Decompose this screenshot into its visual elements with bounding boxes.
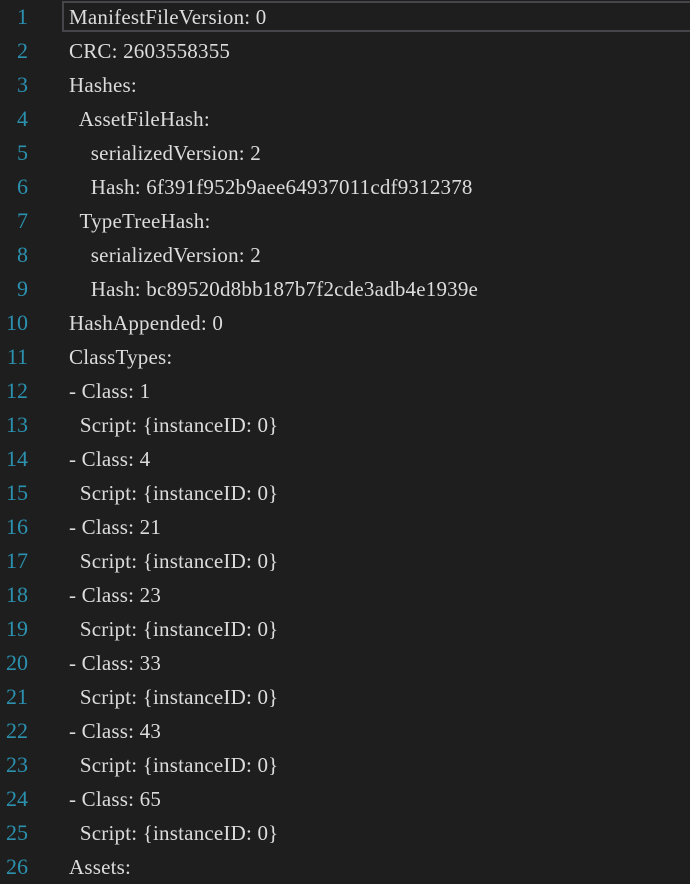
code-line[interactable]: 16 - Class: 21 bbox=[0, 510, 690, 544]
code-line[interactable]: 10 HashAppended: 0 bbox=[0, 306, 690, 340]
code-line[interactable]: 3 Hashes: bbox=[0, 68, 690, 102]
code-text[interactable]: Script: {instanceID: 0} bbox=[69, 816, 278, 850]
line-number: 10 bbox=[6, 310, 28, 335]
code-text[interactable]: Assets: bbox=[69, 850, 131, 884]
line-number: 19 bbox=[6, 616, 28, 641]
code-text[interactable]: Script: {instanceID: 0} bbox=[69, 680, 278, 714]
code-text[interactable]: Hash: bc89520d8bb187b7f2cde3adb4e1939e bbox=[69, 272, 478, 306]
code-line[interactable]: 8 serializedVersion: 2 bbox=[0, 238, 690, 272]
code-text[interactable]: - Class: 65 bbox=[69, 782, 161, 816]
code-text[interactable]: Hashes: bbox=[69, 68, 137, 102]
code-line[interactable]: 18 - Class: 23 bbox=[0, 578, 690, 612]
line-number: 9 bbox=[17, 276, 28, 301]
code-line[interactable]: 14 - Class: 4 bbox=[0, 442, 690, 476]
code-line[interactable]: 12 - Class: 1 bbox=[0, 374, 690, 408]
code-text[interactable]: Script: {instanceID: 0} bbox=[69, 612, 278, 646]
code-line[interactable]: 23 Script: {instanceID: 0} bbox=[0, 748, 690, 782]
line-number: 14 bbox=[6, 446, 28, 471]
code-line[interactable]: 4 AssetFileHash: bbox=[0, 102, 690, 136]
code-lines: 1 ManifestFileVersion: 0 2 CRC: 26035583… bbox=[0, 0, 690, 884]
code-text[interactable]: TypeTreeHash: bbox=[69, 204, 211, 238]
code-line[interactable]: 7 TypeTreeHash: bbox=[0, 204, 690, 238]
code-text[interactable]: Script: {instanceID: 0} bbox=[69, 544, 278, 578]
code-text[interactable]: serializedVersion: 2 bbox=[69, 136, 261, 170]
line-number: 1 bbox=[17, 4, 28, 29]
code-line-current[interactable]: 1 ManifestFileVersion: 0 bbox=[0, 0, 690, 34]
line-number: 26 bbox=[6, 854, 28, 879]
code-line[interactable]: 20 - Class: 33 bbox=[0, 646, 690, 680]
line-number: 13 bbox=[6, 412, 28, 437]
line-number: 15 bbox=[6, 480, 28, 505]
code-text[interactable]: - Class: 43 bbox=[69, 714, 161, 748]
code-text[interactable]: - Class: 1 bbox=[69, 374, 150, 408]
line-number: 8 bbox=[17, 242, 28, 267]
code-line[interactable]: 26 Assets: bbox=[0, 850, 690, 884]
code-line[interactable]: 5 serializedVersion: 2 bbox=[0, 136, 690, 170]
line-number: 16 bbox=[6, 514, 28, 539]
code-text[interactable]: Script: {instanceID: 0} bbox=[69, 476, 278, 510]
line-number: 25 bbox=[6, 820, 28, 845]
line-number: 3 bbox=[17, 72, 28, 97]
code-line[interactable]: 24 - Class: 65 bbox=[0, 782, 690, 816]
code-line[interactable]: 19 Script: {instanceID: 0} bbox=[0, 612, 690, 646]
line-number: 12 bbox=[6, 378, 28, 403]
line-number: 11 bbox=[6, 344, 28, 369]
code-text[interactable]: AssetFileHash: bbox=[69, 102, 210, 136]
code-text[interactable]: ManifestFileVersion: 0 bbox=[69, 0, 266, 34]
line-number: 21 bbox=[6, 684, 28, 709]
code-line[interactable]: 15 Script: {instanceID: 0} bbox=[0, 476, 690, 510]
code-line[interactable]: 17 Script: {instanceID: 0} bbox=[0, 544, 690, 578]
line-number: 6 bbox=[17, 174, 28, 199]
line-number: 20 bbox=[6, 650, 28, 675]
code-text[interactable]: ClassTypes: bbox=[69, 340, 172, 374]
code-line[interactable]: 21 Script: {instanceID: 0} bbox=[0, 680, 690, 714]
line-number: 4 bbox=[17, 106, 28, 131]
code-text[interactable]: Hash: 6f391f952b9aee64937011cdf9312378 bbox=[69, 170, 473, 204]
code-line[interactable]: 11 ClassTypes: bbox=[0, 340, 690, 374]
code-text[interactable]: CRC: 2603558355 bbox=[69, 34, 230, 68]
code-line[interactable]: 2 CRC: 2603558355 bbox=[0, 34, 690, 68]
line-number: 2 bbox=[17, 38, 28, 63]
code-line[interactable]: 13 Script: {instanceID: 0} bbox=[0, 408, 690, 442]
code-text[interactable]: - Class: 23 bbox=[69, 578, 161, 612]
code-line[interactable]: 9 Hash: bc89520d8bb187b7f2cde3adb4e1939e bbox=[0, 272, 690, 306]
line-number: 24 bbox=[6, 786, 28, 811]
code-line[interactable]: 25 Script: {instanceID: 0} bbox=[0, 816, 690, 850]
code-text[interactable]: - Class: 33 bbox=[69, 646, 161, 680]
line-number: 23 bbox=[6, 752, 28, 777]
code-text[interactable]: Script: {instanceID: 0} bbox=[69, 408, 278, 442]
line-number: 18 bbox=[6, 582, 28, 607]
line-number: 7 bbox=[17, 208, 28, 233]
code-line[interactable]: 6 Hash: 6f391f952b9aee64937011cdf9312378 bbox=[0, 170, 690, 204]
code-text[interactable]: - Class: 21 bbox=[69, 510, 161, 544]
code-line[interactable]: 22 - Class: 43 bbox=[0, 714, 690, 748]
line-number: 5 bbox=[17, 140, 28, 165]
code-text[interactable]: Script: {instanceID: 0} bbox=[69, 748, 278, 782]
code-text[interactable]: - Class: 4 bbox=[69, 442, 150, 476]
code-text[interactable]: HashAppended: 0 bbox=[69, 306, 223, 340]
line-number: 17 bbox=[6, 548, 28, 573]
code-text[interactable]: serializedVersion: 2 bbox=[69, 238, 261, 272]
line-number: 22 bbox=[6, 718, 28, 743]
code-editor[interactable]: 1 ManifestFileVersion: 0 2 CRC: 26035583… bbox=[0, 0, 690, 884]
